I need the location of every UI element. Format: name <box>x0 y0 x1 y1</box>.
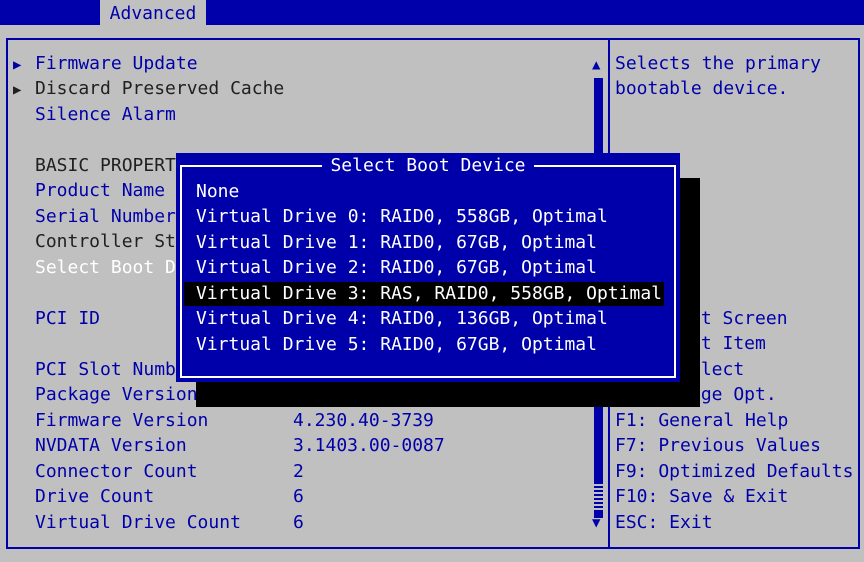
label-package-version: Package Version <box>35 384 198 405</box>
menu-item-firmware-update[interactable]: Firmware Update <box>35 52 198 76</box>
menu-item-select-boot-device[interactable]: Select Boot D <box>35 256 176 280</box>
scroll-up-arrow-icon[interactable]: ▲ <box>592 58 600 72</box>
key-help-f9: F9: Optimized Defaults <box>615 461 854 482</box>
scrollbar-thumb[interactable] <box>594 482 603 512</box>
help-text-line-1: Selects the primary <box>615 53 821 74</box>
value-drive-count: 6 <box>293 486 304 507</box>
label-firmware-version: Firmware Version <box>35 410 209 431</box>
label-drive-count: Drive Count <box>35 486 155 507</box>
label-serial-number: Serial Number <box>35 206 176 227</box>
dialog-title: Select Boot Device <box>322 155 534 176</box>
key-help-select-screen: ct Screen <box>690 308 788 329</box>
key-help-change-option: nge Opt. <box>690 384 777 405</box>
menu-item-discard-cache[interactable]: Discard Preserved Cache <box>35 77 284 101</box>
label-connector-count: Connector Count <box>35 461 198 482</box>
value-connector-count: 2 <box>293 461 304 482</box>
key-help-f10: F10: Save & Exit <box>615 486 789 507</box>
value-virtual-drive-count: 6 <box>293 512 304 533</box>
key-help-f7: F7: Previous Values <box>615 435 821 456</box>
key-help-f1: F1: General Help <box>615 410 789 431</box>
top-menu-bar: Advanced <box>0 0 864 25</box>
label-pci-slot-number: PCI Slot Numb <box>35 359 176 380</box>
help-text-line-2: bootable device. <box>615 78 789 99</box>
boot-option[interactable]: Virtual Drive 5: RAID0, 67GB, Optimal <box>184 333 664 357</box>
key-help-esc: ESC: Exit <box>615 512 713 533</box>
boot-option[interactable]: Virtual Drive 0: RAID0, 558GB, Optimal <box>184 205 664 229</box>
label-virtual-drive-count: Virtual Drive Count <box>35 512 241 533</box>
submenu-arrow-icon: ▶ <box>13 57 22 73</box>
label-product-name: Product Name <box>35 180 166 201</box>
select-boot-device-dialog: Select Boot Device None Virtual Drive 0:… <box>176 153 680 382</box>
boot-option[interactable]: None <box>184 180 664 204</box>
value-firmware-version: 4.230.40-3739 <box>293 410 434 431</box>
menu-item-controller-status[interactable]: Controller St <box>35 230 176 254</box>
tab-advanced[interactable]: Advanced <box>100 0 206 25</box>
boot-option[interactable]: Virtual Drive 1: RAID0, 67GB, Optimal <box>184 231 664 255</box>
key-help-select-item: ct Item <box>690 333 766 354</box>
boot-option[interactable]: Virtual Drive 2: RAID0, 67GB, Optimal <box>184 256 664 280</box>
boot-option-selected[interactable]: Virtual Drive 3: RAS, RAID0, 558GB, Opti… <box>184 282 664 306</box>
label-pci-id: PCI ID <box>35 308 101 329</box>
scroll-down-arrow-icon[interactable]: ▼ <box>592 516 600 530</box>
label-nvdata-version: NVDATA Version <box>35 435 187 456</box>
section-heading-basic-properties: BASIC PROPERT <box>35 155 176 176</box>
boot-option[interactable]: Virtual Drive 4: RAID0, 136GB, Optimal <box>184 307 664 331</box>
value-nvdata-version: 3.1403.00-0087 <box>293 435 445 456</box>
submenu-arrow-icon: ▶ <box>13 82 22 98</box>
menu-item-silence-alarm[interactable]: Silence Alarm <box>35 103 176 127</box>
